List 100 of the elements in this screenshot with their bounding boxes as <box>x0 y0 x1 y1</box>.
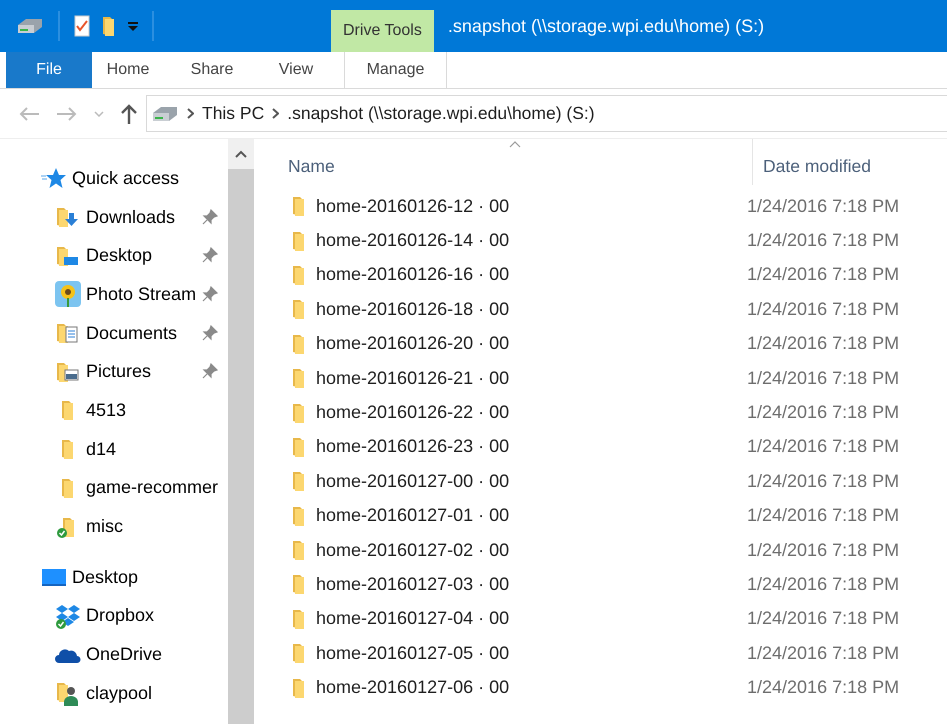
date-modified: 1/24/2016 7:18 PM <box>747 401 900 424</box>
navigation-item[interactable]: Desktop <box>0 236 228 276</box>
file-row[interactable]: home-20160126-16 · 00 1/24/2016 7:18 PM <box>254 258 947 292</box>
navigation-item[interactable]: Pictures <box>0 352 228 392</box>
ribbon-tab[interactable]: Share <box>176 52 248 88</box>
file-name: home-20160126-20 · 00 <box>316 332 510 356</box>
monitor-icon <box>42 567 66 588</box>
navigation-item[interactable]: Downloads <box>0 198 228 236</box>
file-row[interactable]: home-20160126-22 · 00 1/24/2016 7:18 PM <box>254 395 947 430</box>
navigation-item[interactable]: 4513 <box>0 391 228 430</box>
file-name: home-20160126-18 · 00 <box>316 298 510 321</box>
customize-button[interactable] <box>128 21 138 31</box>
forward-button[interactable] <box>56 106 78 122</box>
navigation-item[interactable]: claypool <box>0 674 228 713</box>
properties-button[interactable] <box>74 15 90 37</box>
navigation-item[interactable]: Documents <box>0 314 228 352</box>
date-modified: 1/24/2016 7:18 PM <box>747 263 900 286</box>
file-row[interactable]: home-20160127-00 · 00 1/24/2016 7:18 PM <box>254 464 947 499</box>
column-header[interactable]: Name <box>288 153 335 180</box>
folder-icon <box>61 398 75 422</box>
date-modified: 1/24/2016 7:18 PM <box>747 229 900 252</box>
caret-down-icon <box>128 21 138 31</box>
drive-button[interactable] <box>16 17 44 35</box>
column-header[interactable]: Date modified <box>763 153 871 180</box>
up-button[interactable] <box>120 104 138 124</box>
scrollbar[interactable] <box>228 139 254 724</box>
navigation-item[interactable]: Photo Stream <box>0 275 228 314</box>
file-name: home-20160127-03 · 00 <box>316 572 510 596</box>
arrow-up-icon <box>120 104 138 124</box>
date-modified: 1/24/2016 7:18 PM <box>747 298 900 321</box>
ribbon-tab[interactable]: View <box>260 52 332 88</box>
cloud-icon <box>55 646 81 663</box>
file-name: home-20160126-23 · 00 <box>316 435 510 458</box>
file-row[interactable]: home-20160126-23 · 00 1/24/2016 7:18 PM <box>254 430 947 464</box>
file-row[interactable]: home-20160127-04 · 00 1/24/2016 7:18 PM <box>254 602 947 636</box>
file-name: home-20160127-00 · 00 <box>316 470 510 493</box>
folder-icon <box>292 641 306 666</box>
file-name: home-20160126-12 · 00 <box>316 194 510 218</box>
file-name: home-20160127-04 · 00 <box>316 607 510 630</box>
folder-icon <box>292 366 306 390</box>
back-button[interactable] <box>18 106 40 122</box>
drive-icon <box>151 104 179 122</box>
ribbon-tab[interactable]: Manage <box>344 52 447 88</box>
ribbon-tab[interactable]: File <box>6 52 92 88</box>
file-name: home-20160127-05 · 00 <box>316 642 510 665</box>
date-modified: 1/24/2016 7:18 PM <box>747 676 900 700</box>
folder-icon <box>102 14 116 38</box>
breadcrumb-link[interactable]: .snapshot (\\storage.wpi.edu\home) (S:) <box>287 100 595 127</box>
file-name: home-20160127-02 · 00 <box>316 538 510 562</box>
file-row[interactable]: home-20160126-20 · 00 1/24/2016 7:18 PM <box>254 326 947 361</box>
file-name: home-20160126-14 · 00 <box>316 229 510 252</box>
file-name: home-20160127-06 · 00 <box>316 676 510 700</box>
date-modified: 1/24/2016 7:18 PM <box>747 642 900 665</box>
sort-ascending-icon <box>509 141 521 148</box>
folder-icon <box>292 538 306 562</box>
address-field[interactable]: This PC .snapshot (\\storage.wpi.edu\home) (S:) <box>146 95 947 132</box>
dropbox-icon <box>55 602 81 629</box>
new-folder-button[interactable] <box>102 14 116 38</box>
file-row[interactable]: home-20160126-21 · 00 1/24/2016 7:18 PM <box>254 360 947 396</box>
navigation-item[interactable]: Dropbox <box>0 596 228 636</box>
caret-down-icon <box>94 110 104 116</box>
date-modified: 1/24/2016 7:18 PM <box>747 332 900 356</box>
star-icon <box>41 167 67 190</box>
file-row[interactable]: home-20160126-18 · 00 1/24/2016 7:18 PM <box>254 292 947 327</box>
date-modified: 1/24/2016 7:18 PM <box>747 504 900 528</box>
file-row[interactable]: home-20160127-05 · 00 1/24/2016 7:18 PM <box>254 636 947 670</box>
chevron-right-icon <box>272 108 280 119</box>
drive-icon <box>16 17 44 35</box>
date-modified: 1/24/2016 7:18 PM <box>747 366 900 390</box>
checklist-icon <box>74 15 90 37</box>
ribbon-tab[interactable]: Home <box>92 52 164 88</box>
file-row[interactable]: home-20160127-03 · 00 1/24/2016 7:18 PM <box>254 567 947 602</box>
navigation-item[interactable]: misc <box>0 507 228 546</box>
folder-icon <box>292 572 306 596</box>
file-name: home-20160127-01 · 00 <box>316 504 510 528</box>
chevron-right-icon <box>187 108 194 119</box>
folder-icon <box>292 194 306 218</box>
date-modified: 1/24/2016 7:18 PM <box>747 607 900 630</box>
navigation-item[interactable]: Quick access <box>0 159 228 198</box>
file-row[interactable]: home-20160127-02 · 00 1/24/2016 7:18 PM <box>254 532 947 568</box>
folder-icon <box>292 297 306 322</box>
breadcrumb-link[interactable]: This PC <box>202 100 264 127</box>
scroll-up-button[interactable] <box>228 139 254 169</box>
recent-locations-button[interactable] <box>94 110 104 116</box>
file-row[interactable]: home-20160127-01 · 00 1/24/2016 7:18 PM <box>254 498 947 533</box>
date-modified: 1/24/2016 7:18 PM <box>747 435 900 458</box>
navigation-item[interactable]: d14 <box>0 430 228 468</box>
arrow-right-icon <box>56 106 78 122</box>
file-name: home-20160126-21 · 00 <box>316 366 510 390</box>
arrow-left-icon <box>18 106 40 122</box>
date-modified: 1/24/2016 7:18 PM <box>747 194 900 218</box>
navigation-item[interactable]: game-recommer <box>0 468 228 508</box>
navigation-item[interactable]: OneDrive <box>0 635 228 674</box>
file-name: home-20160126-22 · 00 <box>316 401 510 424</box>
file-row[interactable]: home-20160126-12 · 00 1/24/2016 7:18 PM <box>254 189 947 224</box>
window-title: .snapshot (\\storage.wpi.edu\home) (S:) <box>446 14 766 38</box>
navigation-item[interactable]: Desktop <box>0 558 228 597</box>
file-row[interactable]: home-20160127-06 · 00 1/24/2016 7:18 PM <box>254 670 947 705</box>
file-row[interactable]: home-20160126-14 · 00 1/24/2016 7:18 PM <box>254 223 947 258</box>
folder-icon <box>292 469 306 494</box>
